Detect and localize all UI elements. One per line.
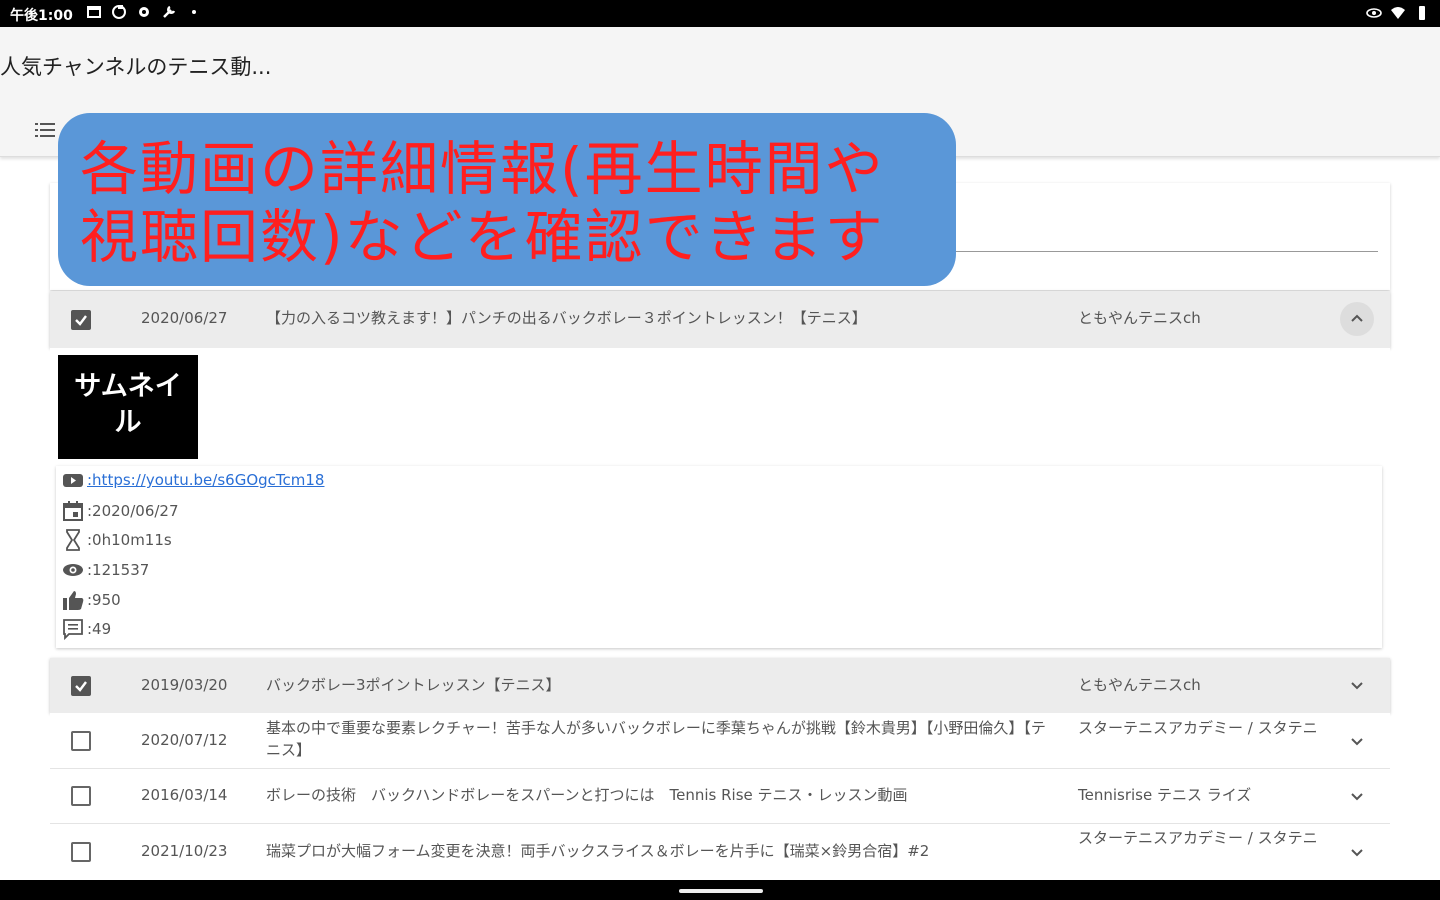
video-channel: ともやんテニスch <box>1078 676 1201 694</box>
system-nav-bar <box>0 880 1440 900</box>
dot-icon <box>192 10 196 14</box>
video-row[interactable]: 2019/03/20 バックボレー3ポイントレッスン【テニス】 ともやんテニスc… <box>50 658 1390 713</box>
callout-line-1: 各動画の詳細情報(再生時間や <box>80 135 885 203</box>
expand-chevron-down-icon[interactable] <box>1340 779 1374 813</box>
settings-gear-icon <box>139 7 149 17</box>
menu-icon[interactable] <box>34 119 56 141</box>
expand-chevron-down-icon[interactable] <box>1340 724 1374 758</box>
row-checkbox[interactable] <box>71 842 91 862</box>
feature-callout-banner: 各動画の詳細情報(再生時間や 視聴回数)などを確認できます <box>58 113 956 286</box>
wifi-icon <box>1391 7 1405 19</box>
gallery-icon <box>87 6 101 18</box>
comment-icon <box>63 619 83 641</box>
status-left-icons <box>86 4 202 20</box>
video-views: :121537 <box>87 561 150 579</box>
video-title: ボレーの技術 バックハンドボレーをスパーンと打つには Tennis Rise テ… <box>266 786 908 804</box>
video-title: 【力の入るコツ教えます！】パンチの出るバックボレー３ポイントレッスン！【テニス】 <box>266 309 867 327</box>
detail-url-row: :https://youtu.be/s6GOgcTcm18 <box>61 468 324 492</box>
video-likes: :950 <box>87 591 121 609</box>
video-comments: :49 <box>87 620 112 638</box>
eye-status-icon <box>1366 8 1382 18</box>
row-checkbox-checked[interactable] <box>71 310 91 330</box>
video-title: バックボレー3ポイントレッスン【テニス】 <box>266 676 561 694</box>
detail-duration-row: :0h10m11s <box>61 528 172 552</box>
video-detail-panel: サムネイル :https://youtu.be/s6GOgcTcm18 :202… <box>50 348 1390 654</box>
detail-likes-row: :950 <box>61 588 121 612</box>
video-date: 2019/03/20 <box>141 676 228 694</box>
thumb-up-icon <box>63 591 84 610</box>
battery-icon <box>1419 6 1425 20</box>
detail-views-row: :121537 <box>61 558 149 582</box>
video-published-date: :2020/06/27 <box>87 502 179 520</box>
video-row[interactable]: 2016/03/14 ボレーの技術 バックハンドボレーをスパーンと打つには Te… <box>50 769 1390 824</box>
app-title: 人気チャンネルのテニス動... <box>0 55 272 79</box>
collapse-chevron-up-icon[interactable] <box>1340 302 1374 336</box>
video-date: 2020/06/27 <box>141 309 228 327</box>
expand-chevron-down-icon[interactable] <box>1340 668 1374 702</box>
callout-line-2: 視聴回数)などを確認できます <box>80 203 885 271</box>
home-gesture-handle[interactable] <box>679 889 763 893</box>
video-channel: スターテニスアカデミー / スタテニ <box>1078 719 1318 737</box>
video-channel: ともやんテニスch <box>1078 309 1201 327</box>
status-bar: 午後1:00 <box>0 0 1440 27</box>
detail-comments-row: :49 <box>61 617 111 641</box>
video-channel: スターテニスアカデミー / スタテニ <box>1078 829 1318 847</box>
video-row[interactable]: 2020/07/12 基本の中で重要な要素レクチャー！苦手な人が多いバックボレー… <box>50 713 1390 769</box>
video-row[interactable]: 2021/10/23 瑞菜プロが大幅フォーム変更を決意！両手バックスライス＆ボレ… <box>50 824 1390 880</box>
calendar-icon <box>63 501 83 521</box>
video-date: 2021/10/23 <box>141 842 228 860</box>
video-duration: :0h10m11s <box>87 531 172 549</box>
wrench-icon <box>163 5 176 18</box>
youtube-icon <box>63 474 83 487</box>
video-title: 瑞菜プロが大幅フォーム変更を決意！両手バックスライス＆ボレーを片手に【瑞菜×鈴男… <box>266 842 930 860</box>
video-date: 2020/07/12 <box>141 731 228 749</box>
row-checkbox-checked[interactable] <box>71 676 91 696</box>
hourglass-icon <box>66 529 80 551</box>
video-thumbnail[interactable]: サムネイル <box>58 355 198 459</box>
expand-chevron-down-icon[interactable] <box>1340 835 1374 869</box>
eye-icon <box>63 564 83 576</box>
video-channel: Tennisrise テニス ライズ <box>1078 786 1252 804</box>
video-title: 基本の中で重要な要素レクチャー！苦手な人が多いバックボレーに季葉ちゃんが挑戦【鈴… <box>266 719 1046 759</box>
detail-date-row: :2020/06/27 <box>61 499 179 523</box>
video-date: 2016/03/14 <box>141 786 228 804</box>
status-time: 午後1:00 <box>10 8 73 24</box>
video-url-link[interactable]: :https://youtu.be/s6GOgcTcm18 <box>87 471 324 489</box>
status-right-icons <box>1366 5 1430 21</box>
video-row-expanded[interactable]: 2020/06/27 【力の入るコツ教えます！】パンチの出るバックボレー３ポイン… <box>50 291 1390 348</box>
sync-icon <box>112 5 126 19</box>
row-checkbox[interactable] <box>71 786 91 806</box>
search-input-underline[interactable] <box>940 251 1378 252</box>
video-detail-card: :https://youtu.be/s6GOgcTcm18 :2020/06/2… <box>56 466 1382 648</box>
row-checkbox[interactable] <box>71 731 91 751</box>
